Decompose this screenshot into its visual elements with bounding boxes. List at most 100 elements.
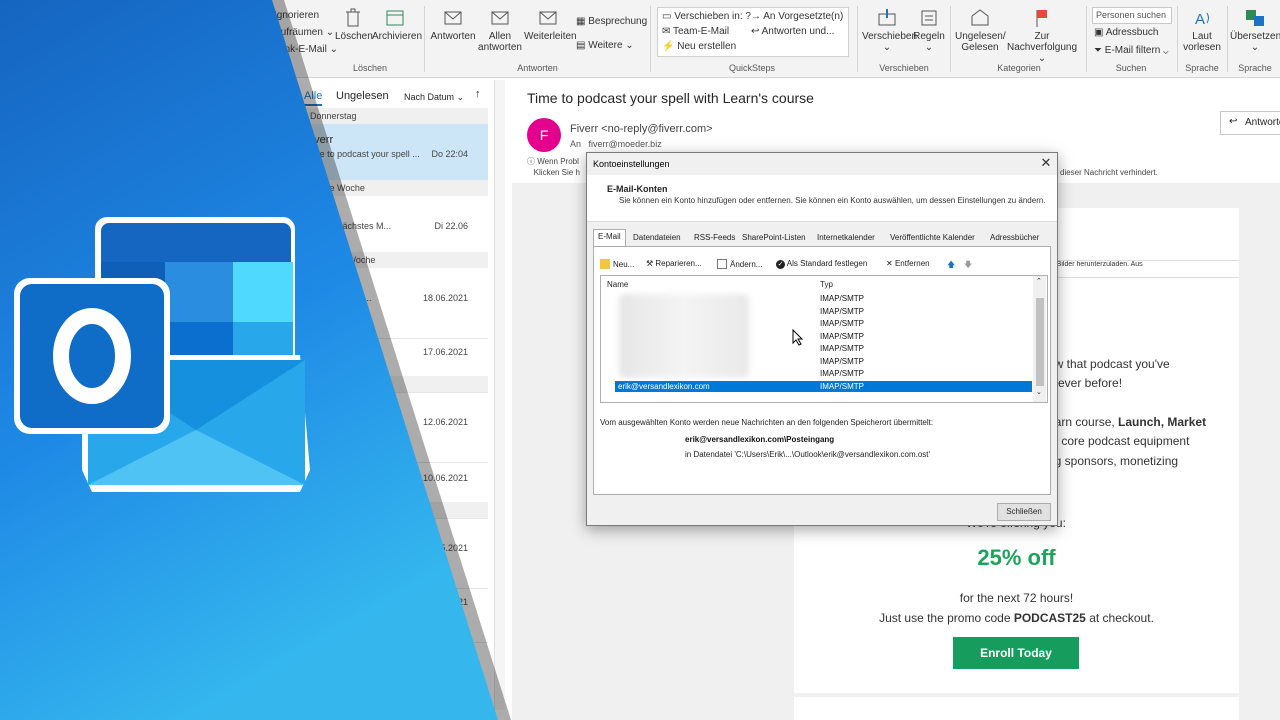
message-subject: Time to podcast your spell with Learn's … xyxy=(527,90,814,106)
meeting-icon: ▦ xyxy=(576,16,586,27)
read-aloud-icon: A xyxy=(1195,11,1209,28)
body-text: n ever before! xyxy=(1048,376,1123,390)
list-item-subject: Listens Prizedr... xyxy=(305,293,372,303)
tab-rss-feeds[interactable]: RSS-Feeds xyxy=(690,231,739,247)
ignore-button[interactable]: Ignorieren xyxy=(274,10,319,21)
dialog-title: Kontoeinstellungen xyxy=(593,159,670,169)
account-list-scroll-thumb[interactable] xyxy=(1036,298,1044,386)
forward-button[interactable]: Weiterleiten xyxy=(524,8,577,42)
filter-all-tab[interactable]: Alle xyxy=(304,90,323,106)
filter-email-button[interactable]: ⏷ E-Mail filtern ⌄ xyxy=(1094,45,1169,56)
tab-address-books[interactable]: Adressbücher xyxy=(986,231,1043,247)
set-default-button[interactable]: ✓ Als Standard festlegen xyxy=(776,259,867,269)
reply-button-label: Antworten xyxy=(1245,117,1280,128)
close-dialog-button[interactable]: Schließen xyxy=(997,503,1051,521)
group-label-tags: Kategorien xyxy=(997,63,1041,73)
scroll-up-icon[interactable]: ⌃ xyxy=(1036,277,1042,285)
message-from[interactable]: Fiverr <no-reply@fiverr.com> xyxy=(570,123,713,135)
close-icon[interactable]: ✕ xyxy=(1039,155,1053,170)
move-button[interactable]: Verschieben ⌄ xyxy=(862,8,917,53)
reply-icon xyxy=(444,11,462,25)
more-icon: ▤ xyxy=(576,40,586,51)
filter-email-label: E-Mail filtern xyxy=(1104,45,1161,56)
sort-direction-icon[interactable]: ↑ xyxy=(475,88,481,100)
qs-new[interactable]: ⚡ Neu erstellen xyxy=(662,41,736,52)
new-account-icon xyxy=(600,259,610,269)
translate-button[interactable]: Übersetzen ⌄ xyxy=(1230,8,1280,53)
read-aloud-button[interactable]: A Laut vorlesen xyxy=(1180,8,1224,53)
info-line-1: Wenn Probl xyxy=(537,157,579,166)
more-respond-button[interactable]: ▤ Weitere ⌄ xyxy=(576,40,634,51)
qs-team[interactable]: ✉ Team-E-Mail xyxy=(662,26,729,37)
meeting-button[interactable]: ▦ Besprechung xyxy=(576,16,647,27)
addressbook-button[interactable]: ▣ Adressbuch xyxy=(1094,27,1159,38)
scroll-down-icon[interactable]: ⌄ xyxy=(1036,388,1042,396)
archive-icon xyxy=(386,10,404,26)
list-item-date: 31.05.2021 xyxy=(422,543,468,553)
change-button[interactable]: Ändern... xyxy=(717,259,762,269)
body-text: rs core podcast equipment xyxy=(1048,434,1190,448)
move-down-icon[interactable]: 🡇 xyxy=(964,259,972,273)
tab-published-calendars[interactable]: Veröffentlichte Kalender xyxy=(886,231,979,247)
repair-button[interactable]: ⚒ Reparieren... xyxy=(646,259,702,268)
sort-dropdown[interactable]: Nach Datum ⌄ xyxy=(404,92,464,103)
body-text: ng sponsors, monetizing xyxy=(1048,454,1179,468)
reply-all-button[interactable]: Allen antworten xyxy=(477,8,523,53)
promo-code: PODCAST25 xyxy=(1013,611,1086,625)
reply-arrow-icon: ↩ xyxy=(1229,116,1238,127)
qs-new-label: Neu erstellen xyxy=(677,41,737,52)
reply-small-icon: ↩ xyxy=(751,26,760,37)
archive-button[interactable]: Archivieren xyxy=(372,8,422,42)
rules-label: Regeln xyxy=(913,31,945,42)
cleanup-button[interactable]: Aufräumen ⌄ xyxy=(274,27,334,38)
to-label: An xyxy=(570,139,582,149)
read-aloud-label-1: Laut xyxy=(1192,31,1212,42)
reply-ribbon-button[interactable]: Antworten xyxy=(430,8,476,42)
column-header-name[interactable]: Name xyxy=(607,280,628,289)
filter-unread-tab[interactable]: Ungelesen xyxy=(336,90,389,102)
list-item-subject: nächste Gene... xyxy=(305,347,369,357)
account-type: IMAP/SMTP xyxy=(820,319,865,328)
remove-label: Entfernen xyxy=(894,259,930,268)
move-up-icon[interactable]: 🡅 xyxy=(947,259,955,273)
qs-manager[interactable]: → An Vorgesetzte(n) xyxy=(751,11,843,22)
column-header-type[interactable]: Typ xyxy=(820,280,833,289)
mail-card-footer xyxy=(794,697,1239,720)
tab-data-files[interactable]: Datendateien xyxy=(629,231,685,247)
ribbon: Ignorieren Aufräumen ⌄ Junk-E-Mail ⌄ Lös… xyxy=(0,0,1280,78)
delivery-folder: erik@versandlexikon.com\Posteingang xyxy=(685,435,835,444)
rules-button[interactable]: Regeln ⌄ xyxy=(912,8,946,53)
body-text: ow that podcast you've xyxy=(1048,357,1170,371)
body-text: Just use the promo code xyxy=(879,611,1014,625)
followup-button[interactable]: Zur Nachverfolgung ⌄ xyxy=(1005,8,1079,64)
reply-label: Antworten xyxy=(430,31,476,42)
enroll-button[interactable]: Enroll Today xyxy=(953,637,1079,669)
qs-reply-delete[interactable]: ↩ Antworten und... xyxy=(751,26,834,37)
qs-team-label: Team-E-Mail xyxy=(673,26,730,37)
ribbon-separator xyxy=(1177,6,1178,72)
qs-move[interactable]: ▭ Verschieben in: ? xyxy=(662,11,751,22)
account-list[interactable]: Name Typ IMAP/SMTP IMAP/SMTP IMAP/SMTP I… xyxy=(600,275,1048,403)
qs-move-label: Verschieben in: ? xyxy=(674,11,751,22)
tab-sharepoint[interactable]: SharePoint-Listen xyxy=(738,231,810,247)
search-people-input[interactable]: Personen suchen xyxy=(1092,7,1172,24)
delete-button[interactable]: Löschen xyxy=(335,8,373,42)
remove-button[interactable]: ✕ Entfernen xyxy=(886,259,930,268)
list-item[interactable]: 2021 xyxy=(0,626,488,697)
group-header xyxy=(0,376,488,392)
tab-internet-calendars[interactable]: Internetkalender xyxy=(813,231,879,247)
sender-avatar[interactable]: F xyxy=(527,118,561,152)
change-icon xyxy=(717,259,727,269)
group-header-label: Letzte Woche xyxy=(310,183,365,193)
group-header xyxy=(0,502,488,518)
unread-label-2: Gelesen xyxy=(961,42,999,53)
folder-icon: ▭ xyxy=(662,11,672,22)
message-list-scrollbar[interactable] xyxy=(494,80,505,710)
info-line-2: Klicken Sie h xyxy=(533,168,580,177)
new-account-button[interactable]: Neu... xyxy=(600,259,634,269)
addressbook-icon: ▣ xyxy=(1094,27,1104,38)
reply-button[interactable]: ↩ Antworten xyxy=(1220,111,1280,135)
selected-account-row[interactable]: erik@versandlexikon.com IMAP/SMTP xyxy=(615,381,1032,392)
junk-button[interactable]: Junk-E-Mail ⌄ xyxy=(274,44,338,55)
unread-read-button[interactable]: Ungelesen/ Gelesen xyxy=(955,8,1006,53)
